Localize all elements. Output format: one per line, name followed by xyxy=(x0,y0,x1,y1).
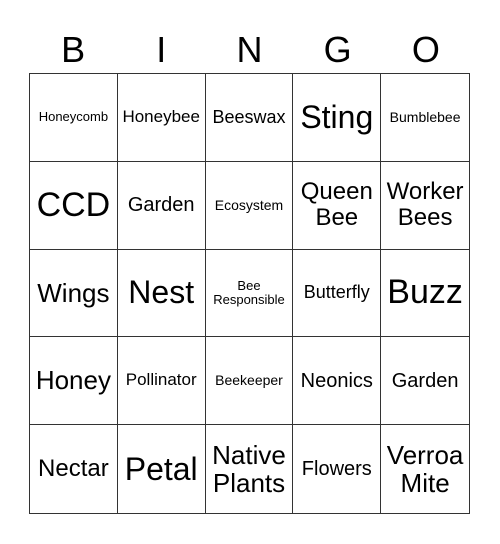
bingo-cell[interactable]: Neonics xyxy=(293,337,382,426)
bingo-cell[interactable]: Native Plants xyxy=(206,425,294,513)
bingo-cell[interactable]: Nectar xyxy=(30,425,118,513)
bingo-cell[interactable]: Beekeeper xyxy=(205,337,294,426)
bingo-cell[interactable]: Buzz xyxy=(381,250,469,338)
bingo-cell[interactable]: Bee Responsible xyxy=(205,249,294,338)
bingo-cell[interactable]: Petal xyxy=(118,425,206,513)
bingo-cell[interactable]: Verroa Mite xyxy=(381,425,469,513)
header-letter-i: I xyxy=(156,29,167,70)
bingo-cell[interactable]: Sting xyxy=(293,74,382,162)
bingo-cell[interactable]: Bumblebee xyxy=(381,74,469,162)
bingo-cell[interactable]: Worker Bees xyxy=(381,162,469,250)
header-letter-o: O xyxy=(411,29,440,70)
bingo-header: B I N G O xyxy=(29,28,470,72)
bingo-cell[interactable]: Garden xyxy=(381,337,469,426)
header-letter-g: G xyxy=(323,29,352,70)
bingo-cell[interactable]: Wings xyxy=(30,249,118,338)
bingo-cell[interactable]: Ecosystem xyxy=(205,161,294,250)
bingo-cell[interactable]: Honeycomb xyxy=(30,74,118,162)
bingo-cell[interactable]: Beeswax xyxy=(205,74,294,162)
bingo-cell[interactable]: Queen Bee xyxy=(293,161,382,250)
bingo-cell[interactable]: Flowers xyxy=(293,425,382,513)
header-letter-n: N xyxy=(236,29,263,70)
bingo-cell[interactable]: Nest xyxy=(117,249,206,338)
bingo-cell[interactable]: Garden xyxy=(117,161,206,250)
bingo-grid: Honeycomb Honeybee Beeswax Sting Bumbleb… xyxy=(29,73,470,514)
header-letter-b: B xyxy=(61,29,86,70)
bingo-cell[interactable]: Honeybee xyxy=(117,74,206,162)
bingo-cell[interactable]: Pollinator xyxy=(117,337,206,426)
bingo-cell[interactable]: Butterfly xyxy=(293,249,382,338)
bingo-cell[interactable]: Honey xyxy=(30,337,118,426)
bingo-cell[interactable]: CCD xyxy=(30,161,118,250)
